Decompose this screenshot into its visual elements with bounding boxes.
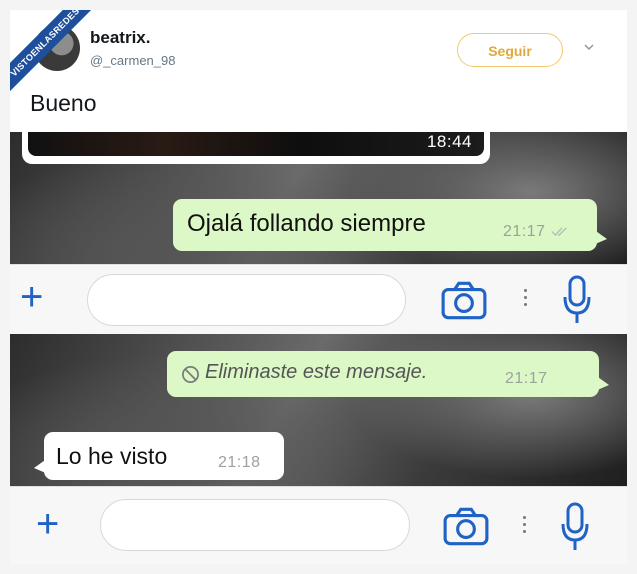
- message-input[interactable]: [100, 499, 410, 551]
- double-check-icon: [551, 227, 567, 237]
- tweet-header: beatrix. @_carmen_98 Seguir Bueno: [10, 10, 627, 134]
- message-text: Eliminaste este mensaje.: [205, 361, 428, 383]
- more-dots-icon[interactable]: [524, 285, 528, 310]
- bubble-tail: [595, 375, 609, 391]
- message-time: 21:17: [505, 370, 548, 387]
- message-input-bar: +: [10, 486, 627, 564]
- deleted-icon: [182, 366, 199, 383]
- message-text: Ojalá follando siempre: [187, 210, 426, 237]
- chevron-down-icon[interactable]: [584, 42, 594, 52]
- message-time: 21:18: [218, 454, 261, 471]
- user-handle[interactable]: @_carmen_98: [90, 53, 175, 68]
- display-name[interactable]: beatrix.: [90, 28, 150, 48]
- camera-icon[interactable]: [442, 507, 490, 547]
- screenshot-frame: VISTOENLASREDES beatrix. @_carmen_98 Seg…: [10, 10, 627, 564]
- message-time: 18:44: [426, 132, 472, 151]
- tweet-text: Bueno: [30, 90, 97, 116]
- message-input-bar: +: [10, 264, 627, 335]
- plus-icon[interactable]: +: [20, 277, 43, 317]
- incoming-message-bubble[interactable]: Lo he visto 21:18: [34, 432, 284, 480]
- message-time: 21:17: [503, 223, 546, 240]
- outgoing-message-bubble[interactable]: Ojalá follando siempre 21:17: [173, 199, 607, 251]
- image-message-bubble[interactable]: 18:44: [22, 132, 490, 164]
- more-dots-icon[interactable]: [523, 512, 527, 537]
- image-thumbnail[interactable]: 18:44: [28, 132, 484, 156]
- message-input[interactable]: [87, 274, 406, 326]
- chat-panel-1: 18:44 Ojalá follando siempre 21:17: [10, 132, 627, 265]
- chat-panel-2: Eliminaste este mensaje. 21:17 Lo he vis…: [10, 334, 627, 486]
- follow-button[interactable]: Seguir: [457, 33, 563, 67]
- bubble-tail: [593, 229, 607, 245]
- deleted-message-bubble[interactable]: Eliminaste este mensaje. 21:17: [167, 351, 609, 397]
- message-text: Lo he visto: [56, 443, 168, 469]
- microphone-icon[interactable]: [562, 275, 592, 325]
- bubble-tail: [34, 458, 48, 474]
- plus-icon[interactable]: +: [36, 504, 59, 544]
- camera-icon[interactable]: [440, 281, 488, 321]
- microphone-icon[interactable]: [560, 502, 590, 552]
